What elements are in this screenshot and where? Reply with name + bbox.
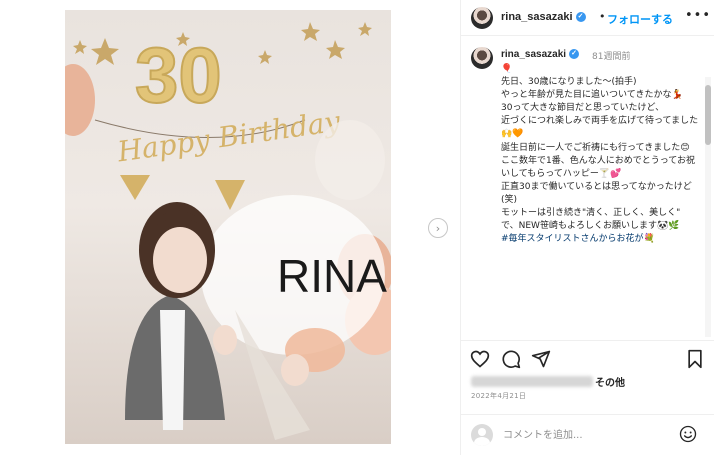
caption-line: モットーは引き続き"清く、正しく、美しく" (501, 208, 681, 219)
header-username[interactable]: rina_sasazaki ✓ (501, 11, 586, 23)
avatar[interactable] (471, 7, 493, 29)
balloon-number: 30 (135, 31, 222, 119)
caption-line: 🎈 (501, 64, 513, 74)
verified-icon: ✓ (575, 12, 586, 23)
caption-text: 🎈 先日、30歳になりました〜(拍手) やっと年齢が見た目に追いついてきたかな💃… (501, 63, 701, 246)
caption-line: やっと年齢が見た目に追いついてきたかな💃 (501, 90, 683, 101)
bookmark-icon[interactable] (685, 349, 705, 369)
verified-icon: ✓ (569, 49, 580, 60)
birthday-banner: Happy Birthday (94, 104, 343, 210)
star-decorations (73, 22, 372, 65)
post-header: rina_sasazaki ✓ • フォローする ••• (461, 0, 714, 36)
next-arrow-icon[interactable]: › (428, 218, 448, 238)
follow-button[interactable]: フォローする (607, 11, 673, 27)
comments-section: rina_sasazaki ✓ 81週間前 🎈 先日、30歳になりました〜(拍手)… (461, 37, 714, 337)
likes-blurred (471, 376, 593, 387)
caption-line: 30って大きな節目だと思っていたけど、 (501, 103, 665, 114)
caption-line: で、NEW笹崎もよろしくお願いします🐼🌿 (501, 221, 680, 232)
caption-line: 先日、30歳になりました〜(拍手) (501, 77, 637, 88)
caption-line: 正直30まで働いているとは思ってなかったけど(笑) (501, 181, 692, 205)
comment-input[interactable] (503, 426, 673, 444)
comment-box (461, 414, 714, 455)
caption-line: 誕生日前に一人でご祈祷にも行ってきました😊 (501, 142, 690, 153)
action-bar (461, 340, 714, 374)
scrollbar[interactable] (705, 77, 711, 337)
emoji-icon[interactable] (679, 425, 697, 443)
left-gutter (0, 0, 65, 455)
share-icon[interactable] (531, 349, 551, 369)
hashtag-link[interactable]: #毎年スタイリストさんからお花が💐 (501, 233, 701, 246)
caption-avatar[interactable] (471, 47, 493, 69)
likes-other-link[interactable]: その他 (595, 374, 625, 389)
caption-time[interactable]: 81週間前 (592, 49, 630, 62)
caption-line: 近づくにつれ楽しみで両手を広げて待ってました🙌🧡 (501, 116, 699, 140)
separator-dot: • (599, 10, 606, 23)
post-side-panel: rina_sasazaki ✓ • フォローする ••• rina_sasazak… (460, 0, 714, 455)
caption-username[interactable]: rina_sasazaki ✓ (501, 49, 580, 60)
heart-icon[interactable] (470, 349, 490, 369)
post-date[interactable]: 2022年4月21日 (471, 391, 526, 401)
balloon-text: RINA (277, 250, 387, 302)
post-photo[interactable]: 30 Happy Birthday RINA (65, 10, 391, 444)
number-balloon: 30 (134, 30, 223, 120)
caption-line: ここ数年で1番、色んな人におめでとうってお祝いしてもらってハッピー🍸💕 (501, 155, 696, 179)
user-avatar (471, 424, 493, 446)
more-options-icon[interactable]: ••• (685, 8, 711, 23)
scroll-thumb[interactable] (705, 85, 711, 145)
comment-icon[interactable] (501, 349, 521, 369)
